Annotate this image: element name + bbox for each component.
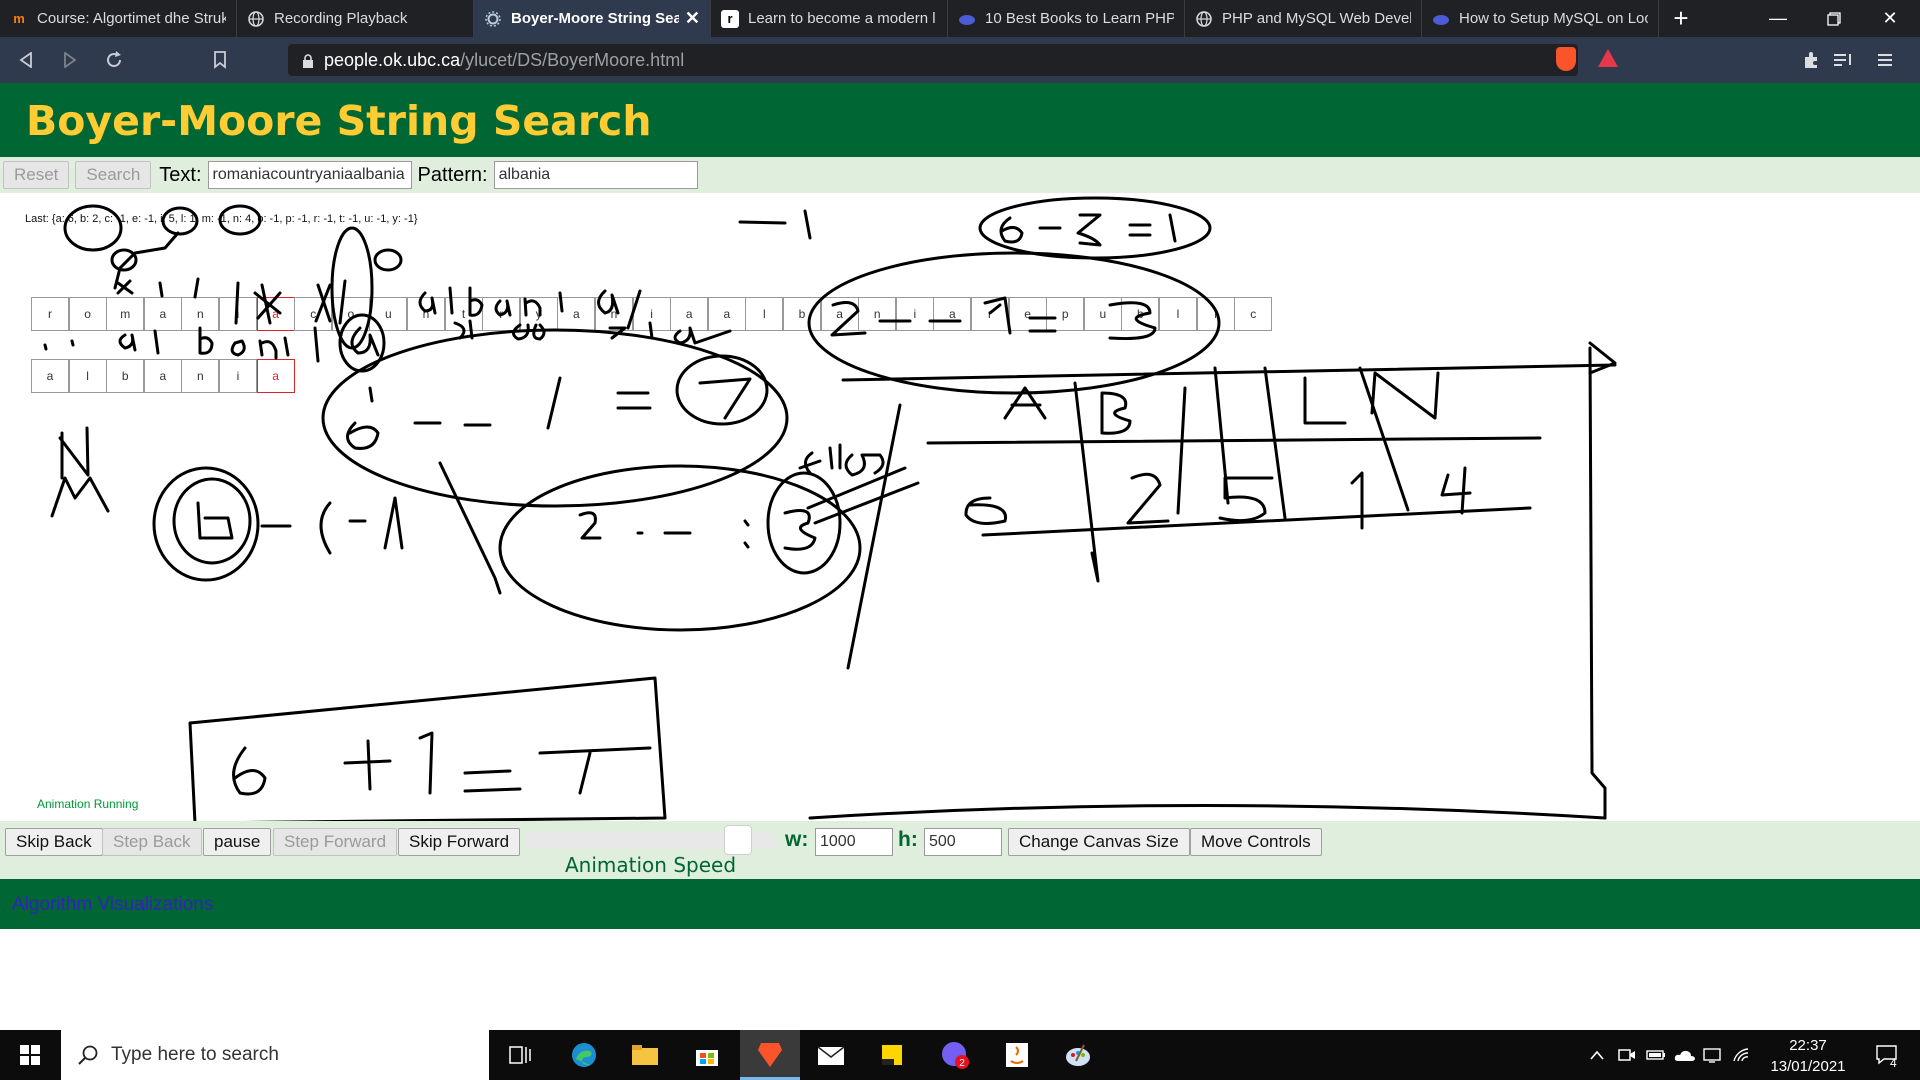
animation-speed-label: Animation Speed	[565, 853, 737, 877]
paint-icon[interactable]	[1048, 1030, 1108, 1080]
canvas-height-input[interactable]	[924, 828, 1002, 856]
chevron-up-icon[interactable]	[1585, 1030, 1609, 1080]
window-close-icon[interactable]: ✕	[1862, 0, 1918, 37]
step-back-button[interactable]: Step Back	[102, 828, 202, 856]
move-controls-button[interactable]: Move Controls	[1190, 828, 1322, 856]
tab-title: Boyer-Moore String Sea	[511, 10, 679, 27]
back-icon[interactable]	[8, 42, 44, 78]
reset-button[interactable]: Reset	[3, 161, 70, 189]
skip-forward-button[interactable]: Skip Forward	[398, 828, 521, 856]
tab-mysql-setup[interactable]: How to Setup MySQL on Loc	[1422, 0, 1659, 37]
tab-php-books[interactable]: 10 Best Books to Learn PHP	[948, 0, 1185, 37]
viber-badge: 2	[959, 1058, 965, 1069]
mail-icon[interactable]	[801, 1030, 861, 1080]
viber-icon[interactable]: 2	[925, 1030, 985, 1080]
reload-icon[interactable]	[96, 42, 132, 78]
height-label: h:	[898, 828, 918, 851]
globe-icon	[1195, 10, 1213, 28]
task-view-icon[interactable]	[490, 1030, 550, 1080]
tab-roadmap[interactable]: r Learn to become a modern l	[711, 0, 948, 37]
brave-shields-icon[interactable]	[1556, 47, 1576, 71]
page-footer: Algorithm Visualizations	[0, 879, 1920, 929]
notification-count: 4	[1890, 1056, 1897, 1070]
network-icon[interactable]	[1700, 1030, 1726, 1080]
bottom-controls: Skip Back Step Back pause Step Forward S…	[0, 821, 1920, 879]
minimize-icon[interactable]: —	[1750, 0, 1806, 37]
extensions-icon[interactable]	[1796, 45, 1826, 75]
new-tab-button[interactable]: +	[1659, 0, 1703, 37]
speed-slider-thumb[interactable]	[723, 825, 752, 855]
page-header: Boyer-Moore String Search	[0, 83, 1920, 157]
tab-title: Recording Playback	[274, 10, 408, 27]
tab-strip: m Course: Algortimet dhe Struk Recording…	[0, 0, 1920, 37]
pattern-input[interactable]	[493, 161, 698, 189]
brave-rewards-icon[interactable]	[1598, 49, 1618, 67]
java-icon[interactable]	[987, 1030, 1047, 1080]
change-canvas-size-button[interactable]: Change Canvas Size	[1008, 828, 1190, 856]
text-label: Text:	[159, 163, 202, 186]
width-label: w:	[785, 828, 809, 851]
algorithm-visualizations-link[interactable]: Algorithm Visualizations	[12, 894, 213, 916]
handwritten-annotations	[43, 196, 1617, 821]
battery-icon[interactable]	[1643, 1030, 1669, 1080]
tab-php-mysql[interactable]: PHP and MySQL Web Develo	[1185, 0, 1422, 37]
brave-browser-icon[interactable]	[740, 1030, 800, 1080]
cloud-icon	[958, 10, 976, 28]
edge-icon[interactable]	[554, 1030, 614, 1080]
tab-title: Course: Algortimet dhe Struk	[37, 10, 226, 27]
meet-now-icon[interactable]	[1614, 1030, 1640, 1080]
tab-title: PHP and MySQL Web Develo	[1222, 10, 1411, 27]
roadmap-icon: r	[721, 9, 739, 28]
forward-icon[interactable]	[52, 42, 88, 78]
url-host: people.ok.ubc.ca	[324, 49, 461, 70]
playlist-icon[interactable]	[1828, 45, 1858, 75]
restore-icon[interactable]	[1806, 0, 1862, 37]
address-bar[interactable]: people.ok.ubc.ca/ylucet/DS/BoyerMoore.ht…	[288, 44, 1578, 76]
start-button[interactable]	[0, 1030, 60, 1080]
tab-boyer-moore[interactable]: Boyer-Moore String Sea ✕	[474, 0, 711, 37]
url-path: /ylucet/DS/BoyerMoore.html	[460, 49, 685, 70]
tab-recording-playback[interactable]: Recording Playback	[237, 0, 474, 37]
taskbar-search[interactable]: Type here to search	[61, 1030, 489, 1080]
taskbar-clock[interactable]: 22:37 13/01/2021	[1760, 1035, 1856, 1077]
onedrive-icon[interactable]	[1672, 1030, 1698, 1080]
sticky-notes-icon[interactable]	[862, 1030, 922, 1080]
pause-button[interactable]: pause	[203, 828, 272, 856]
tab-title: Learn to become a modern l	[748, 10, 936, 27]
search-button[interactable]: Search	[75, 161, 152, 189]
skip-back-button[interactable]: Skip Back	[5, 828, 103, 856]
menu-icon[interactable]	[1870, 45, 1900, 75]
tab-title: 10 Best Books to Learn PHP	[985, 10, 1174, 27]
windows-icon	[20, 1045, 40, 1065]
navigation-bar: people.ok.ubc.ca/ylucet/DS/BoyerMoore.ht…	[0, 37, 1920, 83]
top-controls: Reset Search Text: Pattern:	[0, 157, 1920, 193]
tab-course[interactable]: m Course: Algortimet dhe Struk	[0, 0, 237, 37]
notification-center-icon[interactable]: 4	[1862, 1030, 1912, 1080]
moodle-icon: m	[13, 11, 25, 26]
globe-icon	[247, 10, 265, 28]
clock-time: 22:37	[1789, 1037, 1827, 1054]
file-explorer-icon[interactable]	[615, 1030, 675, 1080]
animation-canvas[interactable]: Last: {a: 6, b: 2, c: -1, e: -1, i: 5, l…	[0, 193, 1920, 821]
text-input[interactable]	[207, 161, 412, 189]
bookmark-icon[interactable]	[202, 42, 238, 78]
tab-title: How to Setup MySQL on Loc	[1459, 10, 1648, 27]
wifi-icon[interactable]	[1728, 1030, 1754, 1080]
taskbar: Type here to search 2 22:37 13/01/2021 4	[0, 1030, 1920, 1080]
step-forward-button[interactable]: Step Forward	[273, 828, 398, 856]
pattern-label: Pattern:	[417, 163, 488, 186]
cloud-icon	[1432, 10, 1450, 28]
store-icon[interactable]	[677, 1030, 737, 1080]
gear-icon	[484, 10, 502, 28]
lock-icon	[302, 53, 314, 68]
taskbar-search-placeholder: Type here to search	[111, 1044, 279, 1065]
canvas-width-input[interactable]	[815, 828, 893, 856]
clock-date: 13/01/2021	[1770, 1058, 1846, 1075]
search-icon	[78, 1045, 98, 1065]
close-icon[interactable]: ✕	[685, 8, 700, 29]
page-title: Boyer-Moore String Search	[26, 97, 652, 145]
